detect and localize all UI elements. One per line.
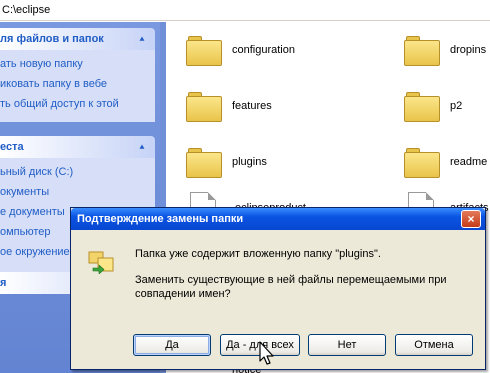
cancel-button[interactable]: Отмена — [395, 334, 473, 356]
folder-icon — [186, 146, 222, 178]
address-bar[interactable]: C:\eclipse — [0, 0, 490, 21]
folder-icon — [186, 34, 222, 66]
place-shared-documents-link[interactable]: е документы — [0, 206, 65, 218]
place-my-computer-link[interactable]: омпьютер — [0, 226, 51, 238]
mouse-pointer-icon — [259, 341, 274, 365]
folder-icon — [404, 34, 440, 66]
dialog-message-line3: совпадении имен? — [135, 288, 231, 300]
collapse-chevron-icon[interactable]: ⯅ — [135, 32, 149, 46]
file-name: p2 — [450, 100, 463, 112]
file-name: configuration — [232, 44, 295, 56]
collapse-chevron-icon[interactable]: ⯅ — [135, 140, 149, 154]
file-name: dropins — [450, 44, 487, 56]
confirm-folder-replace-dialog: Подтверждение замены папки × Папка уже с… — [70, 207, 486, 370]
place-network-link[interactable]: ое окружение — [0, 246, 70, 258]
dialog-message-line1: Папка уже содержит вложенную папку "plug… — [135, 248, 381, 260]
tasks-panel-body: ать новую папку иковать папку в вебе ть … — [0, 50, 155, 122]
place-my-documents-link[interactable]: окументы — [0, 186, 49, 198]
folder-icon — [404, 146, 440, 178]
address-path: C:\eclipse — [2, 4, 51, 16]
yes-button[interactable]: Да — [133, 334, 211, 356]
tasks-panel-header[interactable]: ля файлов и папок ⯅ — [0, 28, 155, 50]
place-local-disk-link[interactable]: ьный диск (C:) — [0, 166, 73, 178]
file-name: readme — [450, 156, 488, 168]
places-panel-title: еста — [0, 141, 24, 153]
file-name: plugins — [232, 156, 267, 168]
dialog-titlebar[interactable]: Подтверждение замены папки × — [71, 208, 485, 230]
task-share-folder-link[interactable]: ть общий доступ к этой — [0, 98, 119, 110]
folder-icon — [404, 90, 440, 122]
tasks-panel-title: ля файлов и папок — [0, 33, 104, 45]
dialog-title: Подтверждение замены папки — [77, 213, 244, 225]
folder-icon — [186, 90, 222, 122]
places-panel-header[interactable]: еста ⯅ — [0, 136, 155, 158]
folder-replace-icon — [88, 251, 114, 274]
close-button[interactable]: × — [461, 210, 481, 228]
file-name: features — [232, 100, 272, 112]
task-publish-folder-link[interactable]: иковать папку в вебе — [0, 78, 107, 90]
dialog-message-line2: Заменить существующие в ней файлы переме… — [135, 274, 447, 286]
details-panel-title: я — [0, 277, 7, 289]
no-button[interactable]: Нет — [308, 334, 386, 356]
task-new-folder-link[interactable]: ать новую папку — [0, 58, 83, 70]
